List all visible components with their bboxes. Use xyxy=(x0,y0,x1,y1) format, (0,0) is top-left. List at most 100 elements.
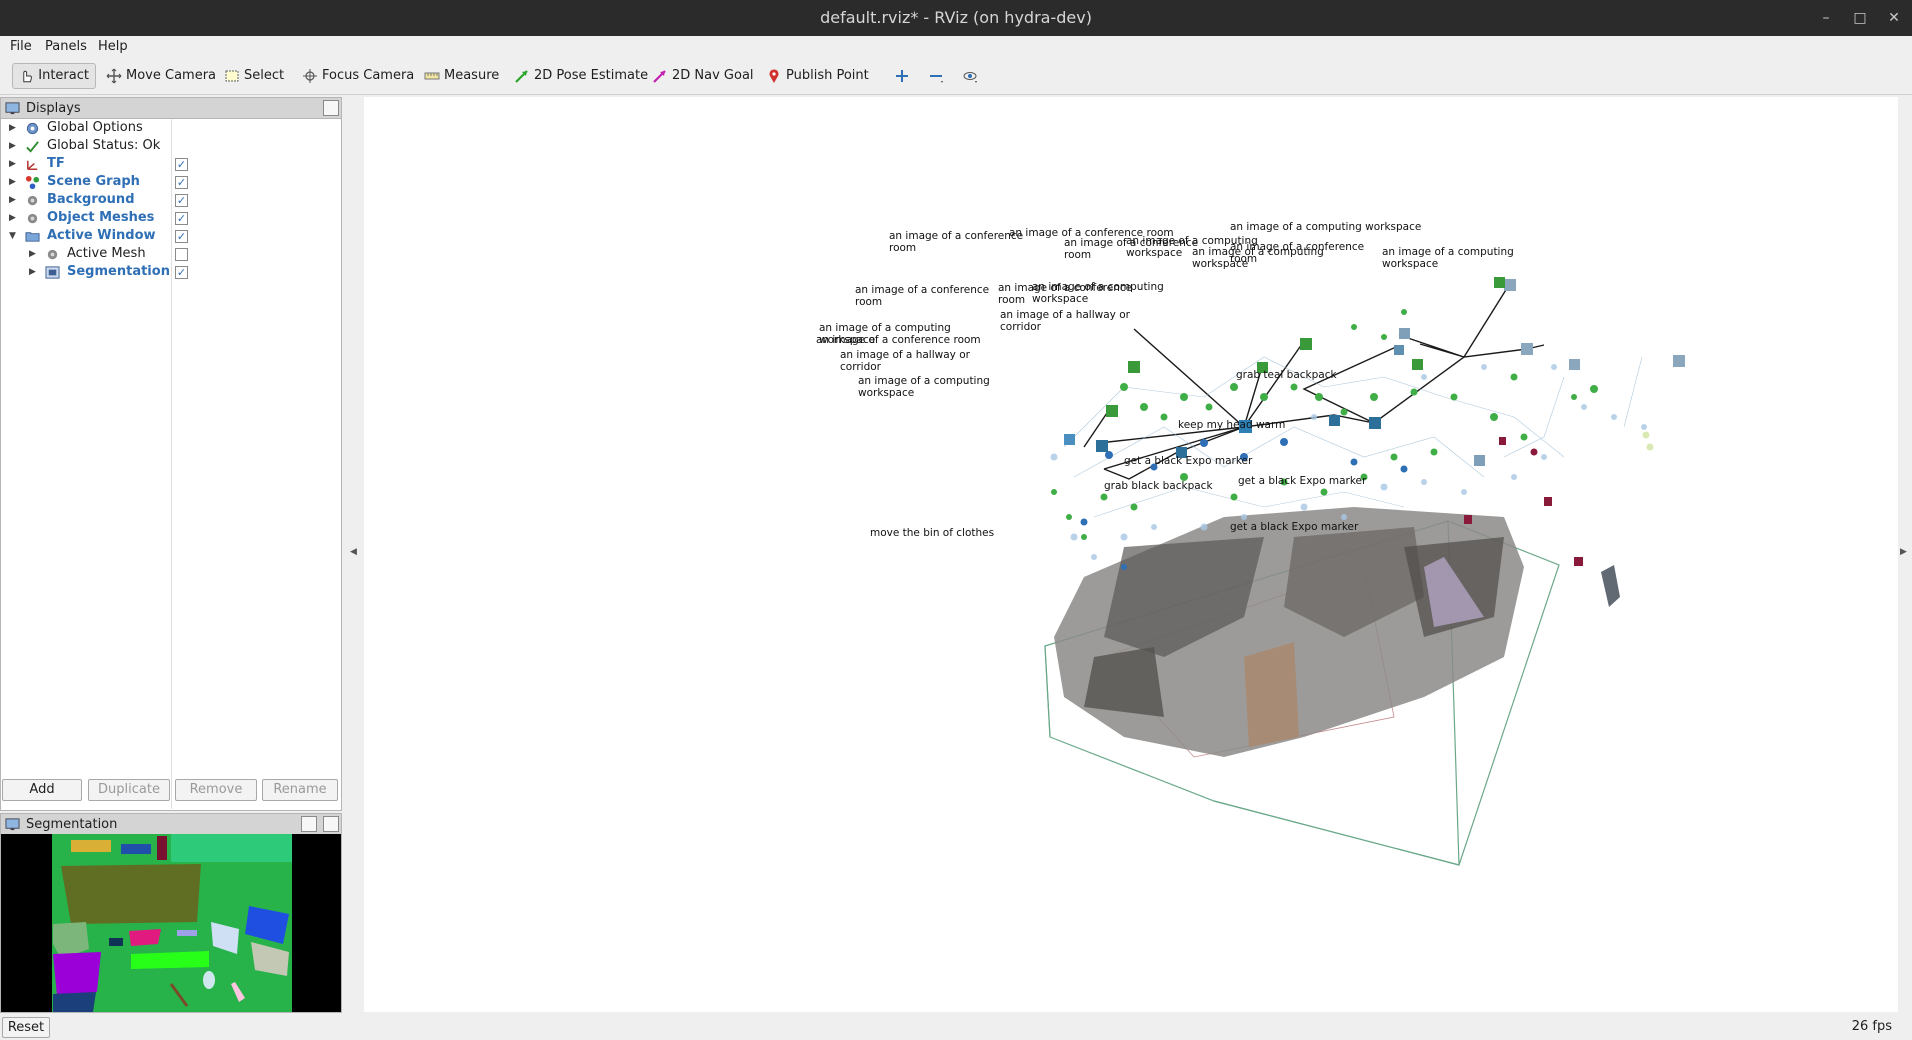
segmentation-header: Segmentation xyxy=(1,814,341,834)
display-checkbox[interactable]: ✓ xyxy=(175,194,188,207)
expand-arrow-icon[interactable]: ▶ xyxy=(9,209,19,227)
menu-file[interactable]: File xyxy=(6,38,36,56)
reset-button[interactable]: Reset xyxy=(2,1017,50,1038)
add-display-button[interactable]: Add xyxy=(2,779,82,801)
interact-tool-button[interactable]: Interact xyxy=(12,63,96,89)
interact-label: Interact xyxy=(38,68,89,83)
display-row-segmentation[interactable]: ▶ Segmentation ✓ xyxy=(1,263,341,281)
room-label: an image of a conference room xyxy=(998,282,1133,306)
maximize-button[interactable]: □ xyxy=(1848,6,1872,30)
3d-viewport[interactable]: an image of a computing workspace an ima… xyxy=(364,97,1898,1012)
display-row-background[interactable]: ▶ Background ✓ xyxy=(1,191,341,209)
menu-panels[interactable]: Panels xyxy=(41,38,91,56)
rename-display-button[interactable]: Rename xyxy=(262,779,338,801)
panel-splitter[interactable]: ◀ xyxy=(342,97,364,1012)
select-label: Select xyxy=(244,68,285,83)
focus-camera-label: Focus Camera xyxy=(322,68,415,83)
display-label: Scene Graph xyxy=(47,174,140,189)
move-camera-label: Move Camera xyxy=(126,68,217,83)
nav-goal-label: 2D Nav Goal xyxy=(672,68,754,83)
display-checkbox[interactable]: ✓ xyxy=(175,158,188,171)
status-bar: Reset 26 fps xyxy=(0,1015,1912,1040)
point-cloud xyxy=(1054,507,1620,757)
close-button[interactable]: ✕ xyxy=(1882,6,1906,30)
display-row-scene-graph[interactable]: ▶ Scene Graph ✓ xyxy=(1,173,341,191)
window-title: default.rviz* - RViz (on hydra-dev) xyxy=(820,8,1092,27)
room-label: an image of a hallway or corridor xyxy=(840,349,970,373)
object-label: grab teal backpack xyxy=(1236,369,1337,381)
display-row-global-options[interactable]: ▶ Global Options xyxy=(1,119,341,137)
collapse-arrow-icon[interactable]: ▼ xyxy=(9,227,19,245)
toolbar: Interact Move Camera Select Focus Camera… xyxy=(0,58,1912,95)
ruler-icon xyxy=(424,72,440,80)
remove-tool-button[interactable] xyxy=(922,63,950,89)
collapse-right-icon[interactable]: ▶ xyxy=(1900,547,1907,557)
display-checkbox[interactable]: ✓ xyxy=(175,230,188,243)
displays-float-button[interactable] xyxy=(323,100,339,116)
display-row-object-meshes[interactable]: ▶ Object Meshes ✓ xyxy=(1,209,341,227)
object-nodes xyxy=(1051,309,1598,540)
display-row-tf[interactable]: ▶ TF ✓ xyxy=(1,155,341,173)
plus-icon xyxy=(896,70,908,82)
gear-icon xyxy=(26,122,39,135)
monitor-icon xyxy=(5,101,20,114)
expand-arrow-icon[interactable]: ▶ xyxy=(9,191,19,209)
select-tool-button[interactable]: Select xyxy=(218,63,290,89)
expand-arrow-icon[interactable]: ▶ xyxy=(9,119,19,137)
menu-bar: File Panels Help xyxy=(0,36,1912,58)
title-bar: default.rviz* - RViz (on hydra-dev) – □ … xyxy=(0,0,1912,36)
display-label: Active Window xyxy=(47,228,156,243)
expand-arrow-icon[interactable]: ▶ xyxy=(29,263,39,281)
focus-camera-tool-button[interactable]: Focus Camera xyxy=(296,63,420,89)
room-label: an image of a hallway or corridor xyxy=(1000,309,1130,333)
segmentation-float-button[interactable] xyxy=(301,816,317,832)
mesh-icon xyxy=(27,213,38,224)
duplicate-display-button[interactable]: Duplicate xyxy=(88,779,170,801)
segmentation-image xyxy=(1,834,341,1012)
object-label: get a black Expo marker xyxy=(1238,475,1367,487)
expand-arrow-icon[interactable]: ▶ xyxy=(29,245,39,263)
expand-arrow-icon[interactable]: ▶ xyxy=(9,173,19,191)
remove-display-button[interactable]: Remove xyxy=(175,779,257,801)
publish-point-label: Publish Point xyxy=(786,68,869,83)
display-label: Global Status: Ok xyxy=(47,138,161,153)
eye-icon xyxy=(963,72,977,83)
segmentation-close-button[interactable] xyxy=(323,816,339,832)
nav-goal-tool-button[interactable]: 2D Nav Goal xyxy=(646,63,760,89)
displays-title: Displays xyxy=(26,100,81,116)
object-label: get a black Expo marker xyxy=(1124,455,1253,467)
display-row-global-status[interactable]: ▶ Global Status: Ok xyxy=(1,137,341,155)
collapse-left-icon[interactable]: ◀ xyxy=(350,547,357,557)
room-label: an image of a computing workspace xyxy=(1382,246,1514,270)
add-tool-button[interactable] xyxy=(888,63,916,89)
minus-icon xyxy=(930,75,943,83)
pose-estimate-tool-button[interactable]: 2D Pose Estimate xyxy=(508,63,654,89)
measure-tool-button[interactable]: Measure xyxy=(418,63,505,89)
magenta-arrow-icon xyxy=(653,70,666,83)
display-label: Segmentation xyxy=(67,264,170,279)
expand-arrow-icon[interactable]: ▶ xyxy=(9,137,19,155)
display-row-active-window[interactable]: ▼ Active Window ✓ xyxy=(1,227,341,245)
select-box-icon xyxy=(225,70,239,82)
display-checkbox[interactable]: ✓ xyxy=(175,266,188,279)
expand-arrow-icon[interactable]: ▶ xyxy=(9,155,19,173)
view-options-tool-button[interactable] xyxy=(956,63,984,89)
display-row-active-mesh[interactable]: ▶ Active Mesh xyxy=(1,245,341,263)
display-checkbox[interactable]: ✓ xyxy=(175,176,188,189)
display-checkbox[interactable]: ✓ xyxy=(175,212,188,225)
image-icon xyxy=(45,266,60,279)
publish-point-tool-button[interactable]: Publish Point xyxy=(760,63,875,89)
map-pin-icon xyxy=(769,69,779,83)
display-checkbox[interactable] xyxy=(175,248,188,261)
display-label: Background xyxy=(47,192,135,207)
fps-readout: 26 fps xyxy=(1851,1019,1892,1034)
segmentation-title: Segmentation xyxy=(26,816,118,832)
segmentation-panel: Segmentation xyxy=(0,813,342,1013)
minimize-button[interactable]: – xyxy=(1814,6,1838,30)
object-label: move the bin of clothes xyxy=(870,527,995,539)
menu-help[interactable]: Help xyxy=(94,38,132,56)
object-label: get a black Expo marker xyxy=(1230,521,1359,533)
mesh-icon xyxy=(47,249,58,260)
room-label: an image of a conference room xyxy=(855,284,990,308)
move-camera-tool-button[interactable]: Move Camera xyxy=(100,63,222,89)
